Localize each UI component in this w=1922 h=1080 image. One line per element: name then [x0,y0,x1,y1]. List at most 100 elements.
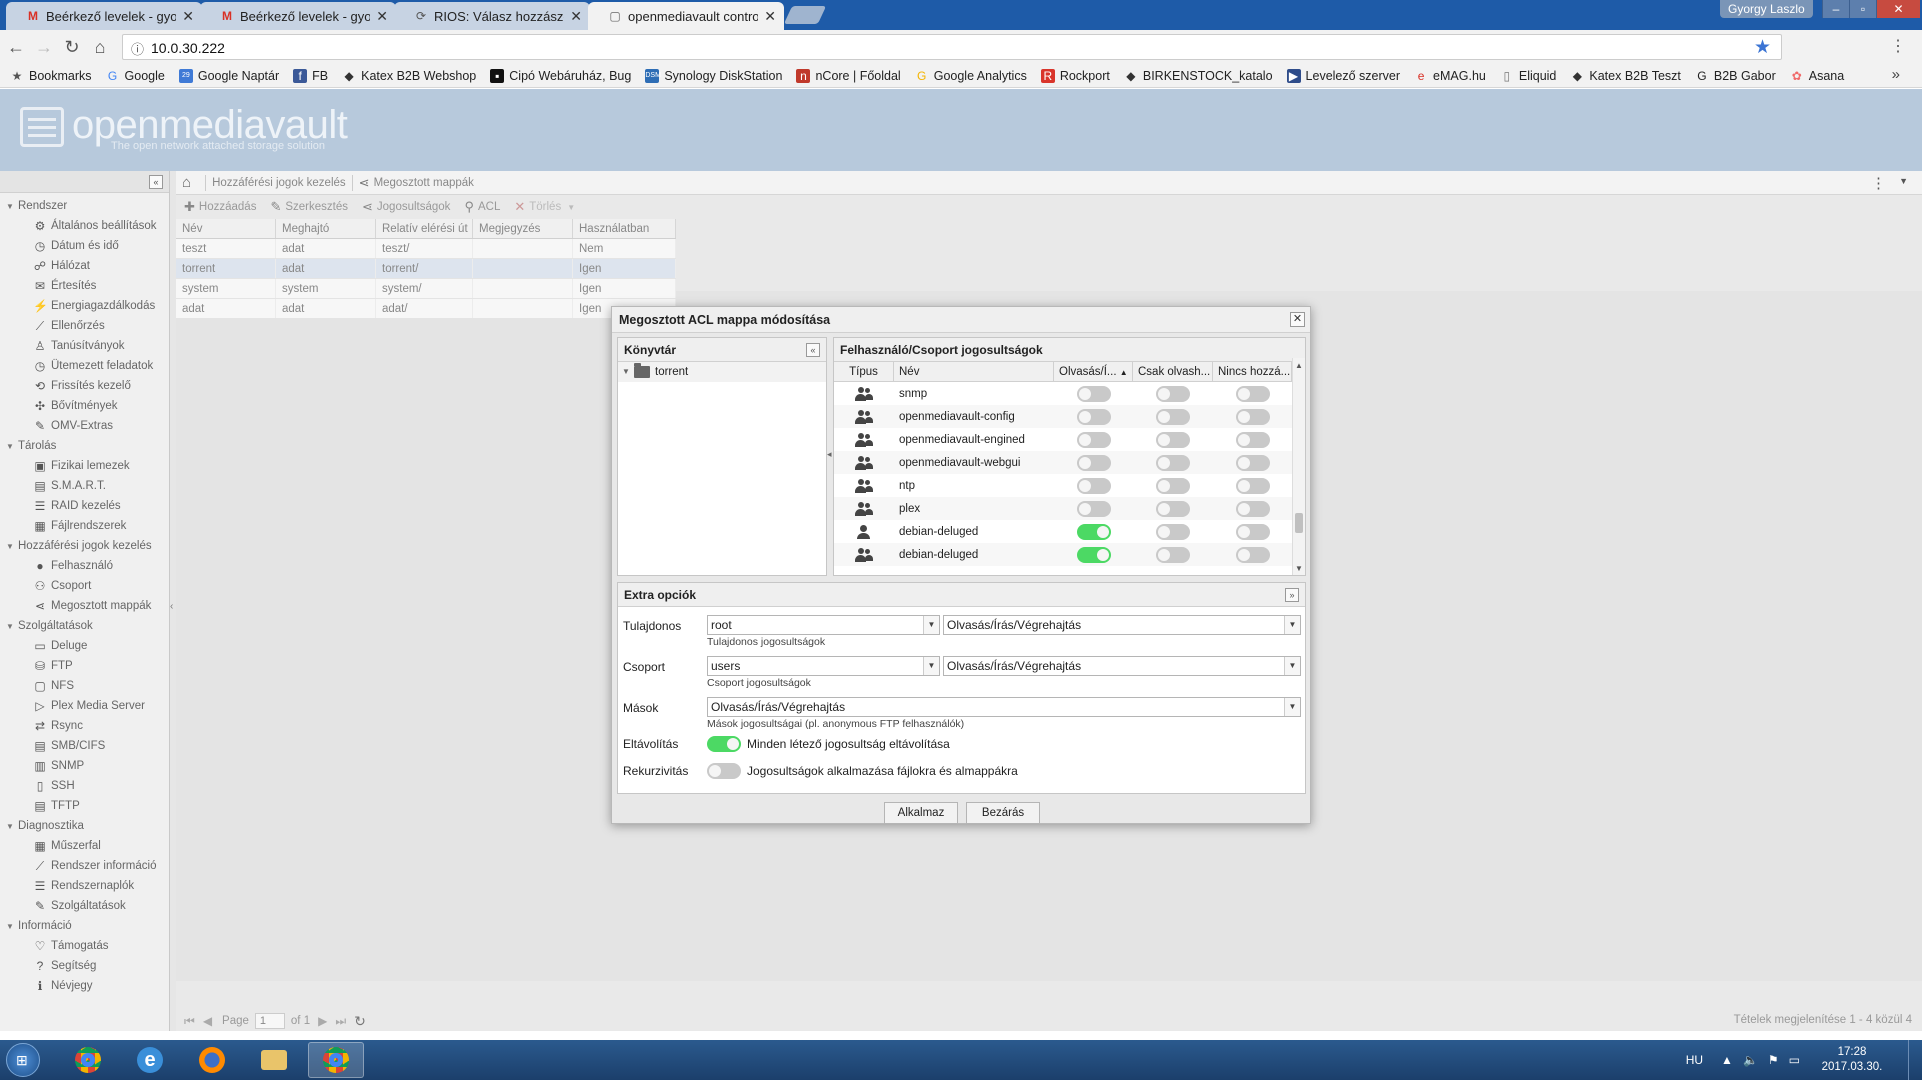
apply-button[interactable]: Alkalmaz [884,802,958,824]
column-header[interactable]: Csak olvash... [1133,362,1213,381]
no-access-toggle[interactable] [1235,431,1270,448]
new-tab-button[interactable] [783,6,827,24]
bookmark-item[interactable]: G Google [106,69,165,83]
browser-tab-active[interactable]: ▢ openmediavault control ✕ [588,2,784,30]
table-row[interactable]: adat adat adat/Igen [176,299,676,319]
profile-badge[interactable]: Gyorgy Laszlo [1720,0,1813,18]
read-write-toggle[interactable] [1076,546,1111,563]
sidebar-item[interactable]: ♙ Tanúsítványok [0,336,169,356]
chevron-down-icon[interactable]: ▼ [923,616,939,634]
collapse-sidebar-icon[interactable]: « [149,175,163,189]
bookmark-item[interactable]: 29 Google Naptár [178,68,279,83]
read-write-toggle[interactable] [1076,408,1111,425]
chevron-down-icon[interactable]: ▼ [1899,176,1908,186]
taskbar-explorer-app[interactable] [246,1042,302,1078]
sidebar-group[interactable]: ▼ Tárolás [0,436,169,456]
owner-select[interactable]: root ▼ [707,615,940,635]
sidebar-item[interactable]: ⚇ Csoport [0,576,169,596]
tree-folder-node[interactable]: ▼ torrent [618,362,826,382]
sidebar-item[interactable]: ♡ Támogatás [0,936,169,956]
column-header[interactable]: Olvasás/Í... ▲ [1054,362,1133,381]
bookmark-item[interactable]: ✿ Asana [1790,69,1844,83]
read-write-toggle[interactable] [1076,431,1111,448]
no-access-toggle[interactable] [1235,385,1270,402]
reload-icon[interactable]: ↻ [62,37,82,57]
sidebar-item[interactable]: ▤ SMB/CIFS [0,736,169,756]
permission-row[interactable]: ntp [834,474,1294,497]
edit-button[interactable]: ✎ Szerkesztés [270,199,348,215]
table-row[interactable]: teszt adat teszt/Nem [176,239,676,259]
table-row[interactable]: torrent adat torrent/Igen [176,259,676,279]
bookmark-item[interactable]: ◆ Katex B2B Webshop [342,69,477,83]
read-only-toggle[interactable] [1156,500,1190,517]
group-select[interactable]: users ▼ [707,656,940,676]
scroll-up-icon[interactable]: ▲ [1295,361,1303,370]
sidebar-group[interactable]: ▼ Információ [0,916,169,936]
no-access-toggle[interactable] [1235,477,1270,494]
sidebar-item[interactable]: ▦ Műszerfal [0,836,169,856]
sidebar-item[interactable]: ▤ S.M.A.R.T. [0,476,169,496]
sidebar-item[interactable]: ▷ Plex Media Server [0,696,169,716]
read-write-toggle[interactable] [1076,523,1111,540]
sidebar-item[interactable]: ℹ Névjegy [0,976,169,996]
taskbar-chrome-active-app[interactable] [308,1042,364,1078]
last-page-icon[interactable]: ⏭ [335,1014,346,1029]
dialog-close-icon[interactable]: ✕ [1290,312,1305,327]
bookmark-item[interactable]: n nCore | Főoldal [796,68,901,83]
no-access-toggle[interactable] [1235,454,1270,471]
others-permission-select[interactable]: Olvasás/Írás/Végrehajtás ▼ [707,697,1301,717]
column-header[interactable]: Név [894,362,1054,381]
permissions-scrollbar[interactable]: ▲ ▼ [1292,358,1305,575]
read-only-toggle[interactable] [1156,523,1190,540]
permission-row[interactable]: plex [834,497,1294,520]
network-icon[interactable]: ▭ [1789,1053,1800,1067]
sidebar-item[interactable]: ⟋ Ellenőrzés [0,316,169,336]
address-bar[interactable]: ⓘ 10.0.30.222 ★ [122,34,1782,60]
bookmark-item[interactable]: G B2B Gabor [1695,69,1776,83]
read-write-toggle[interactable] [1076,477,1111,494]
sidebar-item[interactable]: ▦ Fájlrendszerek [0,516,169,536]
breadcrumb-page[interactable]: ⋖ Megosztott mappák [359,175,474,191]
chevron-down-icon[interactable]: ▼ [923,657,939,675]
home-icon[interactable]: ⌂ [182,174,191,191]
no-access-toggle[interactable] [1235,500,1270,517]
tab-close-icon[interactable]: ✕ [570,8,582,25]
sidebar-item[interactable]: ☰ Rendszernaplók [0,876,169,896]
sidebar-item[interactable]: ✣ Bővítmények [0,396,169,416]
bookmark-item[interactable]: R Rockport [1040,68,1110,83]
read-only-toggle[interactable] [1156,454,1190,471]
sidebar-group[interactable]: ▼ Szolgáltatások [0,616,169,636]
bookmark-item[interactable]: ▶ Levelező szerver [1286,68,1400,83]
table-row[interactable]: system system system/Igen [176,279,676,299]
remove-toggle[interactable] [707,736,741,752]
chevron-down-icon[interactable]: ▼ [1284,657,1300,675]
sidebar-item[interactable]: ▢ NFS [0,676,169,696]
read-only-toggle[interactable] [1156,546,1190,563]
sidebar-item[interactable]: ▤ TFTP [0,796,169,816]
sidebar-item[interactable]: ⇄ Rsync [0,716,169,736]
forward-icon[interactable]: → [34,37,54,57]
column-header[interactable]: Használatban [573,219,676,238]
browser-tab[interactable]: M Beérkező levelek - gyorg ✕ [6,2,202,30]
page-input[interactable] [254,1013,285,1029]
no-access-toggle[interactable] [1235,523,1270,540]
back-icon[interactable]: ← [6,37,26,57]
taskbar-chrome-app[interactable] [60,1042,116,1078]
column-header[interactable]: Meghajtó [276,219,376,238]
sidebar-item[interactable]: ⟲ Frissítés kezelő [0,376,169,396]
show-desktop-button[interactable] [1908,1040,1922,1080]
owner-permission-select[interactable]: Olvasás/Írás/Végrehajtás ▼ [943,615,1301,635]
read-only-toggle[interactable] [1156,408,1190,425]
sidebar-item[interactable]: ◷ Ütemezett feladatok [0,356,169,376]
read-write-toggle[interactable] [1076,385,1111,402]
tab-close-icon[interactable]: ✕ [182,8,194,25]
sidebar-item[interactable]: ● Felhasználó [0,556,169,576]
permission-row[interactable]: debian-deluged [834,543,1294,566]
read-write-toggle[interactable] [1076,500,1111,517]
scroll-thumb[interactable] [1295,513,1303,533]
sidebar-item[interactable]: ⚙ Általános beállítások [0,216,169,236]
scroll-down-icon[interactable]: ▼ [1295,564,1303,573]
volume-icon[interactable]: 🔈 [1743,1053,1758,1067]
group-permission-select[interactable]: Olvasás/Írás/Végrehajtás ▼ [943,656,1301,676]
add-button[interactable]: ✚ Hozzáadás [184,199,256,215]
